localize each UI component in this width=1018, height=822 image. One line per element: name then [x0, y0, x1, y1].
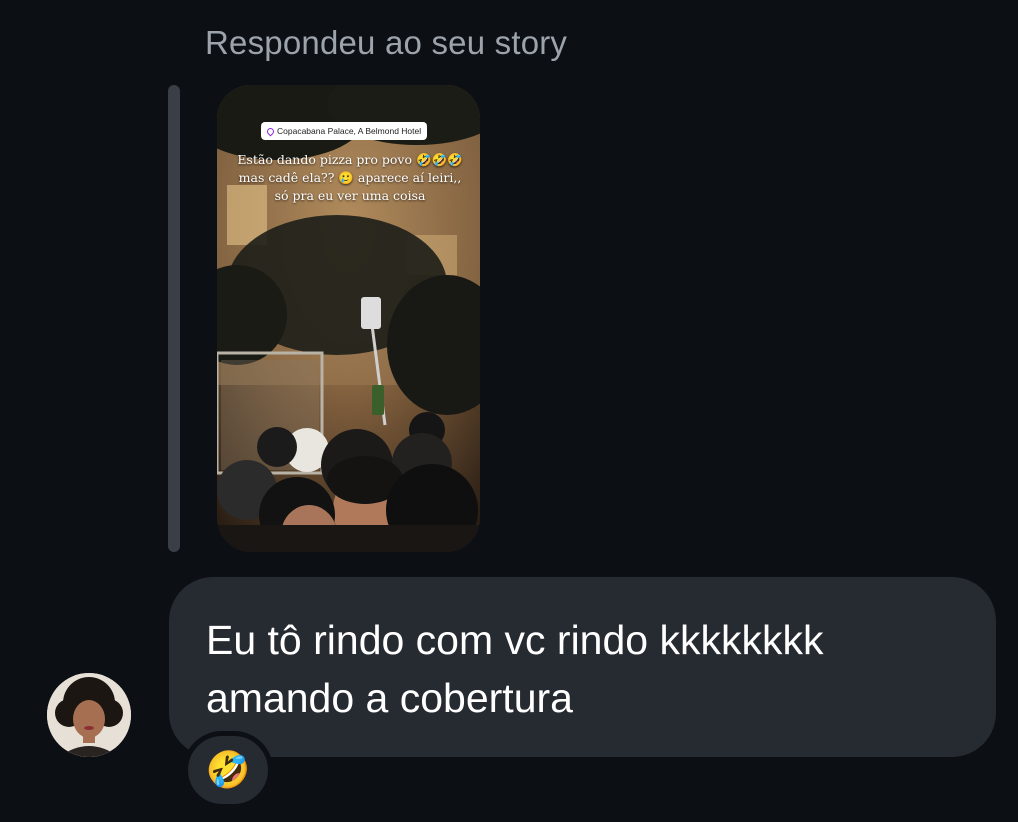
- location-sticker: Copacabana Palace, A Belmond Hotel: [261, 122, 428, 140]
- dm-thread: Respondeu ao seu story Copacabana Palace…: [0, 0, 1018, 822]
- story-reply-caption: Respondeu ao seu story: [205, 24, 568, 61]
- quote-bar: [168, 85, 180, 552]
- location-pin-icon: [265, 126, 276, 136]
- avatar-image: [47, 673, 131, 757]
- message-text: Eu tô rindo com vc rindo kkkkkkkk amando…: [206, 617, 824, 721]
- location-label: Copacabana Palace, A Belmond Hotel: [277, 126, 422, 136]
- rofl-emoji-icon: 🤣: [205, 749, 251, 790]
- story-caption: Estão dando pizza pro povo 🤣🤣🤣 mas cadê …: [237, 152, 463, 203]
- story-thumbnail[interactable]: Copacabana Palace, A Belmond Hotel Estão…: [217, 85, 480, 552]
- avatar[interactable]: [47, 673, 131, 757]
- reaction-badge[interactable]: 🤣: [183, 731, 273, 809]
- message-bubble[interactable]: Eu tô rindo com vc rindo kkkkkkkk amando…: [169, 577, 996, 757]
